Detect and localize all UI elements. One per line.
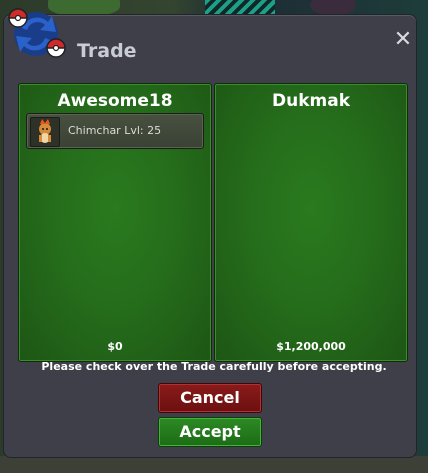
- window-title: Trade: [77, 40, 137, 62]
- trade-logo-icon: [8, 8, 66, 58]
- right-trade-panel: Dukmak $1,200,000: [214, 83, 408, 362]
- cancel-button[interactable]: Cancel: [158, 383, 262, 413]
- left-player-name: Awesome18: [57, 91, 173, 111]
- accept-button[interactable]: Accept: [158, 417, 262, 447]
- chimchar-icon: [30, 117, 60, 147]
- trade-notice: Please check over the Trade carefully be…: [41, 360, 387, 373]
- trade-item-label: Chimchar Lvl: 25: [68, 124, 162, 137]
- close-icon[interactable]: ✕: [393, 29, 413, 51]
- right-money: $1,200,000: [276, 340, 346, 353]
- right-player-name: Dukmak: [271, 91, 350, 111]
- background-floor: [0, 456, 428, 473]
- trade-item-slot[interactable]: Chimchar Lvl: 25: [26, 113, 204, 149]
- left-trade-panel: Awesome18 Chimchar Lvl: 25 $0: [18, 83, 212, 362]
- left-money: $0: [107, 340, 123, 353]
